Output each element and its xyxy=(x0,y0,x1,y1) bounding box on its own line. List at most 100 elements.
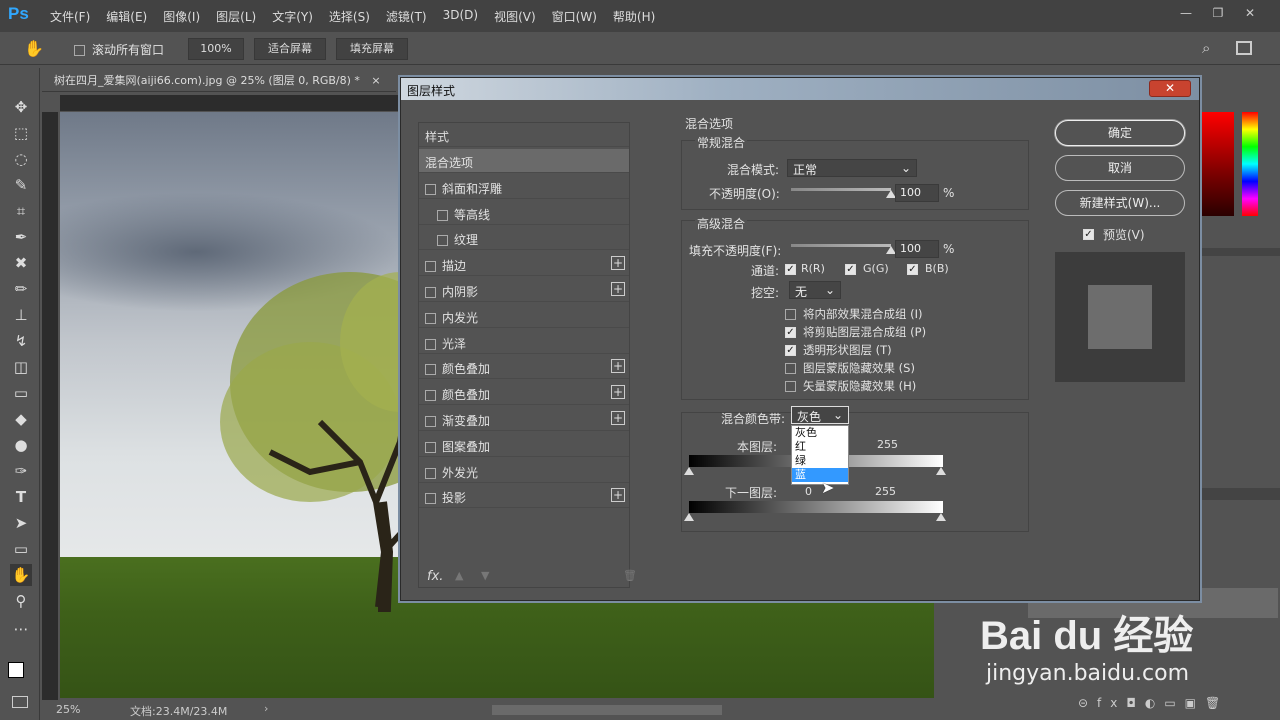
eraser-tool-icon[interactable]: ◫ xyxy=(10,356,32,378)
document-tab[interactable]: 树在四月_爱集网(aiji66.com).jpg @ 25% (图层 0, RG… xyxy=(42,68,396,92)
styles-header[interactable]: 样式 xyxy=(419,123,629,147)
style-item[interactable]: 描边 + xyxy=(419,252,629,277)
history-brush-icon[interactable]: ↯ xyxy=(10,330,32,352)
underlying-gradient[interactable] xyxy=(689,501,943,513)
advanced-option-checkbox[interactable] xyxy=(785,361,796,375)
gradient-tool-icon[interactable]: ▭ xyxy=(10,382,32,404)
opacity-slider[interactable] xyxy=(791,188,891,191)
quick-mask-icon[interactable] xyxy=(12,696,28,708)
style-item[interactable]: 混合选项 xyxy=(419,149,629,173)
quick-select-tool-icon[interactable]: ✎ xyxy=(10,174,32,196)
opacity-input[interactable]: 100 xyxy=(895,184,939,202)
style-item-checkbox[interactable] xyxy=(425,390,436,402)
blend-mode-select[interactable]: 正常 ⌄ xyxy=(787,159,917,177)
advanced-option-checkbox[interactable]: ✓ xyxy=(785,343,796,357)
style-item[interactable]: 外发光 xyxy=(419,459,629,483)
add-effect-icon[interactable]: + xyxy=(611,282,625,296)
horizontal-scrollbar[interactable] xyxy=(492,705,722,715)
preview-checkbox[interactable]: ✓ xyxy=(1083,227,1094,241)
zoom-tool-icon[interactable]: ⚲ xyxy=(10,590,32,612)
style-item[interactable]: 渐变叠加 + xyxy=(419,407,629,431)
dropdown-option-blue[interactable]: 蓝 xyxy=(792,468,848,482)
style-item-checkbox[interactable] xyxy=(437,235,448,247)
color-picker-area[interactable] xyxy=(1202,112,1234,216)
style-item[interactable]: 纹理 xyxy=(419,226,629,251)
advanced-option-checkbox[interactable] xyxy=(785,379,796,393)
style-item[interactable]: 内发光 xyxy=(419,304,629,328)
style-item-checkbox[interactable] xyxy=(425,467,436,479)
underlying-white-slider[interactable] xyxy=(936,513,946,521)
dialog-title[interactable]: 图层样式 xyxy=(401,78,1199,100)
menu-filter[interactable]: 滤镜(T) xyxy=(386,8,427,25)
fill-opacity-input[interactable]: 100 xyxy=(895,240,939,258)
advanced-option-checkbox[interactable] xyxy=(785,307,796,321)
add-effect-icon[interactable]: + xyxy=(611,488,625,503)
zoom-readout[interactable]: 25% xyxy=(56,703,80,716)
dropdown-option-gray[interactable]: 灰色 xyxy=(792,426,848,440)
hue-slider[interactable] xyxy=(1242,112,1258,216)
menu-window[interactable]: 窗口(W) xyxy=(552,8,597,25)
stamp-tool-icon[interactable]: ⊥ xyxy=(10,304,32,326)
fill-opacity-slider[interactable] xyxy=(791,244,891,247)
cancel-button[interactable]: 取消 xyxy=(1055,155,1185,181)
dropdown-option-green[interactable]: 绿 xyxy=(792,454,848,468)
blur-tool-icon[interactable]: ◆ xyxy=(10,408,32,430)
style-item[interactable]: 等高线 xyxy=(419,201,629,225)
window-close-button[interactable]: ✕ xyxy=(1240,6,1260,24)
search-icon[interactable]: ⌕ xyxy=(1202,39,1210,57)
menu-edit[interactable]: 编辑(E) xyxy=(106,8,147,25)
layer-panel-buttons[interactable]: ⊝fx◘◐▭▣🗑 xyxy=(1078,696,1229,710)
healing-tool-icon[interactable]: ✖ xyxy=(10,252,32,274)
style-item[interactable]: 图案叠加 xyxy=(419,433,629,457)
dialog-close-button[interactable]: ✕ xyxy=(1149,80,1191,97)
fit-screen-button[interactable]: 适合屏幕 xyxy=(254,38,326,60)
menu-help[interactable]: 帮助(H) xyxy=(613,8,655,25)
style-item-checkbox[interactable] xyxy=(425,493,436,505)
more-tools-icon[interactable]: ⋯ xyxy=(10,618,32,640)
style-item-checkbox[interactable] xyxy=(425,312,436,324)
hand-tool-icon[interactable]: ✋ xyxy=(24,39,44,58)
add-effect-icon[interactable]: + xyxy=(611,359,625,374)
style-item[interactable]: 斜面和浮雕 xyxy=(419,175,629,199)
style-item-checkbox[interactable] xyxy=(425,287,436,298)
this-layer-white-slider[interactable] xyxy=(936,467,946,475)
path-select-icon[interactable]: ➤ xyxy=(10,512,32,534)
menu-type[interactable]: 文字(Y) xyxy=(272,8,313,25)
menu-select[interactable]: 选择(S) xyxy=(329,8,370,25)
add-effect-icon[interactable]: + xyxy=(611,411,625,425)
fx-menu-button[interactable]: fx. xyxy=(427,569,443,584)
add-effect-icon[interactable]: + xyxy=(611,385,625,400)
style-item-checkbox[interactable] xyxy=(425,364,436,376)
dodge-tool-icon[interactable]: ● xyxy=(10,434,32,456)
move-up-icon[interactable]: ▲ xyxy=(455,569,463,582)
maximize-button[interactable]: ❐ xyxy=(1208,6,1228,24)
crop-tool-icon[interactable]: ⌗ xyxy=(10,200,32,222)
style-item-checkbox[interactable] xyxy=(425,261,436,273)
knockout-select[interactable]: 无 ⌄ xyxy=(789,281,841,299)
channel-r-checkbox[interactable]: ✓ xyxy=(785,262,796,276)
menu-3d[interactable]: 3D(D) xyxy=(443,8,478,25)
pen-tool-icon[interactable]: ✑ xyxy=(10,460,32,482)
menu-file[interactable]: 文件(F) xyxy=(50,8,90,25)
channel-b-checkbox[interactable]: ✓ xyxy=(907,262,918,276)
channel-g-checkbox[interactable]: ✓ xyxy=(845,262,856,276)
style-item-checkbox[interactable] xyxy=(425,441,436,453)
status-arrow-icon[interactable]: › xyxy=(264,702,268,715)
style-item[interactable]: 投影 + xyxy=(419,484,629,509)
style-item-checkbox[interactable] xyxy=(437,209,448,221)
new-style-button[interactable]: 新建样式(W)... xyxy=(1055,190,1185,216)
this-layer-black-slider[interactable] xyxy=(684,467,694,475)
zoom-100-button[interactable]: 100% xyxy=(188,38,244,60)
scroll-all-checkbox[interactable] xyxy=(74,43,85,57)
dropdown-option-red[interactable]: 红 xyxy=(792,440,848,454)
delete-effect-icon[interactable]: 🗑 xyxy=(623,569,637,582)
minimize-button[interactable]: — xyxy=(1176,6,1196,24)
move-tool-icon[interactable]: ✥ xyxy=(10,96,32,118)
blend-if-select[interactable]: 灰色 ⌄ xyxy=(791,406,849,424)
close-tab-icon[interactable]: × xyxy=(371,74,380,87)
hand-tool-icon[interactable]: ✋ xyxy=(10,564,32,586)
advanced-option-checkbox[interactable]: ✓ xyxy=(785,325,796,339)
style-item[interactable]: 颜色叠加 + xyxy=(419,381,629,406)
menu-layer[interactable]: 图层(L) xyxy=(216,8,256,25)
type-tool-icon[interactable]: T xyxy=(10,486,32,508)
